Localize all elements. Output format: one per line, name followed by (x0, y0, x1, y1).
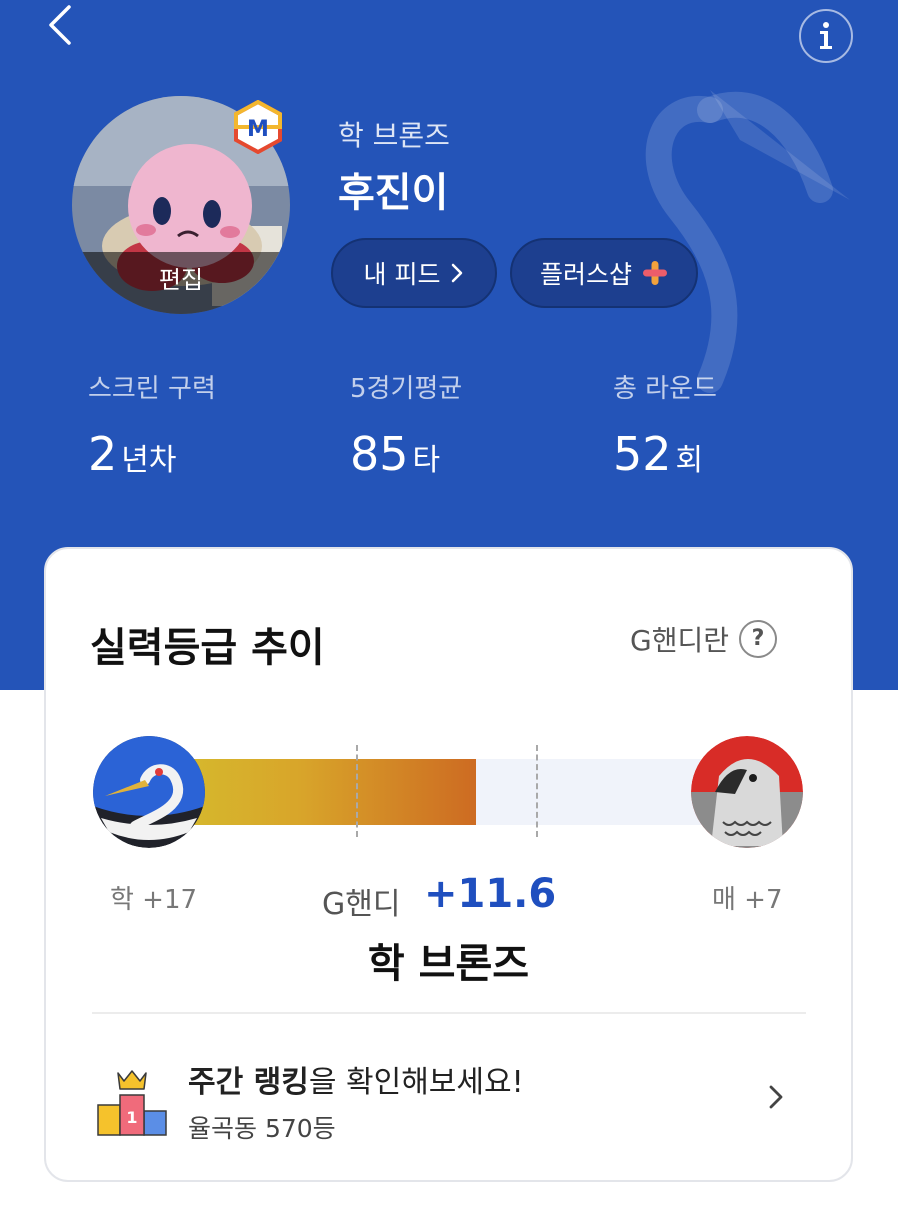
plus-icon (643, 261, 667, 285)
my-feed-button[interactable]: 내 피드 (331, 238, 497, 308)
grade-badge-letter: M (247, 117, 269, 142)
stat-number: 2 (88, 427, 118, 481)
weekly-ranking-row[interactable]: 1 주간 랭킹을 확인해보세요! 율곡동 570등 (92, 1039, 806, 1159)
stat-label: 5경기평균 (350, 374, 463, 404)
right-tier-label: 매 +7 (712, 885, 783, 915)
ranking-rest-text: 을 확인해보세요! (308, 1065, 524, 1100)
stat-value: 2 년차 (88, 427, 216, 481)
question-icon: ? (738, 620, 777, 658)
stat-value: 52 회 (613, 427, 717, 481)
ghandi-help-link[interactable]: G핸디란 ? (630, 619, 777, 659)
user-name: 후진이 (338, 170, 449, 216)
ranking-bold-text: 주간 랭킹 (188, 1065, 309, 1100)
chevron-right-icon[interactable] (764, 1083, 788, 1111)
grade-badge: M (233, 99, 283, 155)
podium-number: 1 (126, 1108, 137, 1127)
progress-tick (536, 745, 538, 837)
skill-grade-card: 실력등급 추이 G핸디란 ? 학 +17 G핸디 +11.6 매 +7 학 브론… (44, 547, 853, 1182)
back-icon[interactable] (40, 2, 84, 46)
hawk-tier-icon (691, 736, 803, 848)
hawk-icon (691, 736, 803, 848)
crown-icon (117, 1070, 147, 1090)
stat-career: 스크린 구력 2 년차 (88, 368, 216, 481)
stat-unit: 회 (675, 443, 704, 478)
card-title: 실력등급 추이 (90, 625, 325, 671)
grade-name: 학 브론즈 (338, 119, 450, 152)
crane-icon (93, 736, 205, 848)
stat-rounds: 총 라운드 52 회 (613, 368, 717, 481)
progress-tick (356, 745, 358, 837)
stat-label: 총 라운드 (613, 374, 717, 404)
crane-tier-icon (93, 736, 205, 848)
stat-unit: 년차 (121, 443, 177, 478)
grade-progress-bar (156, 745, 748, 837)
ghandi-value: +11.6 (424, 871, 557, 917)
ghandi-label: G핸디 (322, 887, 401, 922)
stat-average: 5경기평균 85 타 (350, 368, 462, 481)
plus-shop-button[interactable]: 플러스샵 (510, 238, 698, 308)
info-icon[interactable] (799, 9, 853, 63)
stat-label: 스크린 구력 (88, 374, 216, 404)
divider (92, 1012, 806, 1014)
my-feed-label: 내 피드 (363, 260, 441, 289)
plus-shop-label: 플러스샵 (539, 260, 632, 289)
grade-badge-icon: M (234, 99, 282, 155)
avatar-edit-label[interactable]: 편집 (72, 252, 290, 314)
ranking-prompt: 주간 랭킹을 확인해보세요! (188, 1057, 524, 1101)
stat-number: 85 (350, 427, 409, 481)
stat-unit: 타 (412, 443, 441, 478)
chevron-right-icon (452, 263, 463, 283)
stat-value: 85 타 (350, 427, 462, 481)
ghandi-help-label: G핸디란 (630, 624, 729, 657)
ranking-detail: 율곡동 570등 (188, 1114, 336, 1143)
current-grade: 학 브론즈 (367, 941, 530, 987)
podium-icon: 1 (97, 1070, 167, 1136)
left-tier-label: 학 +17 (110, 885, 198, 915)
stat-number: 52 (613, 427, 672, 481)
crane-watermark-icon (645, 90, 850, 393)
